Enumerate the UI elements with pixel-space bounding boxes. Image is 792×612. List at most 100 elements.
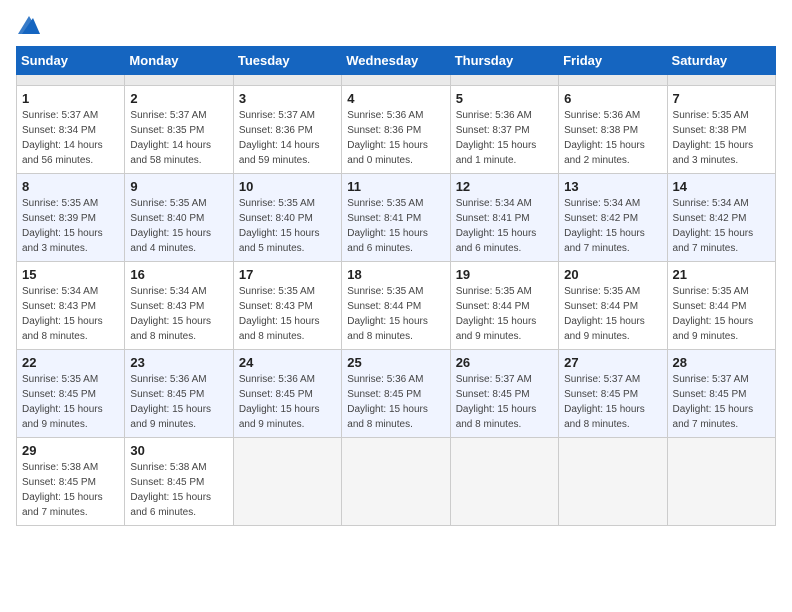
day-info: Sunrise: 5:34 AM Sunset: 8:43 PM Dayligh… bbox=[22, 284, 119, 344]
day-number: 12 bbox=[456, 179, 553, 194]
day-number: 11 bbox=[347, 179, 444, 194]
day-number: 28 bbox=[673, 355, 770, 370]
calendar-cell bbox=[233, 438, 341, 526]
col-header-friday: Friday bbox=[559, 47, 667, 75]
calendar-cell: 2Sunrise: 5:37 AM Sunset: 8:35 PM Daylig… bbox=[125, 86, 233, 174]
calendar-cell: 19 Sunrise: 5:35 AM Sunset: 8:44 PM Dayli… bbox=[450, 262, 558, 350]
calendar-cell: 30Sunrise: 5:38 AM Sunset: 8:45 PM Dayli… bbox=[125, 438, 233, 526]
day-number: 5 bbox=[456, 91, 553, 106]
calendar-cell: 20 Sunrise: 5:35 AM Sunset: 8:44 PM Dayli… bbox=[559, 262, 667, 350]
calendar-cell: 15 Sunrise: 5:34 AM Sunset: 8:43 PM Dayli… bbox=[17, 262, 125, 350]
col-header-wednesday: Wednesday bbox=[342, 47, 450, 75]
day-info: Sunrise: 5:35 AM Sunset: 8:44 PM Dayligh… bbox=[564, 284, 661, 344]
calendar-week-row: 15 Sunrise: 5:34 AM Sunset: 8:43 PM Dayli… bbox=[17, 262, 776, 350]
day-number: 16 bbox=[130, 267, 227, 282]
day-number: 4 bbox=[347, 91, 444, 106]
calendar-cell: 16 Sunrise: 5:34 AM Sunset: 8:43 PM Dayli… bbox=[125, 262, 233, 350]
day-info: Sunrise: 5:35 AM Sunset: 8:39 PM Dayligh… bbox=[22, 196, 119, 256]
calendar-cell: 6Sunrise: 5:36 AM Sunset: 8:38 PM Daylig… bbox=[559, 86, 667, 174]
day-number: 26 bbox=[456, 355, 553, 370]
day-number: 14 bbox=[673, 179, 770, 194]
day-info: Sunrise: 5:34 AM Sunset: 8:42 PM Dayligh… bbox=[564, 196, 661, 256]
calendar-cell: 10 Sunrise: 5:35 AM Sunset: 8:40 PM Dayli… bbox=[233, 174, 341, 262]
calendar-week-row: 22 Sunrise: 5:35 AM Sunset: 8:45 PM Dayli… bbox=[17, 350, 776, 438]
day-info: Sunrise: 5:35 AM Sunset: 8:38 PM Dayligh… bbox=[673, 108, 770, 168]
day-number: 25 bbox=[347, 355, 444, 370]
calendar-cell: 12Sunrise: 5:34 AM Sunset: 8:41 PM Dayli… bbox=[450, 174, 558, 262]
day-info: Sunrise: 5:36 AM Sunset: 8:45 PM Dayligh… bbox=[347, 372, 444, 432]
calendar-cell: 14 Sunrise: 5:34 AM Sunset: 8:42 PM Dayli… bbox=[667, 174, 775, 262]
col-header-tuesday: Tuesday bbox=[233, 47, 341, 75]
calendar-cell bbox=[233, 75, 341, 86]
day-info: Sunrise: 5:35 AM Sunset: 8:43 PM Dayligh… bbox=[239, 284, 336, 344]
calendar-cell: 29 Sunrise: 5:38 AM Sunset: 8:45 PM Dayli… bbox=[17, 438, 125, 526]
day-number: 29 bbox=[22, 443, 119, 458]
calendar-cell bbox=[559, 75, 667, 86]
day-info: Sunrise: 5:34 AM Sunset: 8:43 PM Dayligh… bbox=[130, 284, 227, 344]
day-number: 10 bbox=[239, 179, 336, 194]
day-info: Sunrise: 5:35 AM Sunset: 8:45 PM Dayligh… bbox=[22, 372, 119, 432]
day-info: Sunrise: 5:37 AM Sunset: 8:45 PM Dayligh… bbox=[564, 372, 661, 432]
day-number: 15 bbox=[22, 267, 119, 282]
calendar-header-row: SundayMondayTuesdayWednesdayThursdayFrid… bbox=[17, 47, 776, 75]
day-number: 1 bbox=[22, 91, 119, 106]
calendar-cell: 7 Sunrise: 5:35 AM Sunset: 8:38 PM Daylig… bbox=[667, 86, 775, 174]
day-number: 20 bbox=[564, 267, 661, 282]
calendar-cell bbox=[667, 438, 775, 526]
calendar-cell: 11 Sunrise: 5:35 AM Sunset: 8:41 PM Dayli… bbox=[342, 174, 450, 262]
calendar-cell bbox=[559, 438, 667, 526]
day-info: Sunrise: 5:36 AM Sunset: 8:45 PM Dayligh… bbox=[239, 372, 336, 432]
day-number: 6 bbox=[564, 91, 661, 106]
day-number: 8 bbox=[22, 179, 119, 194]
calendar-cell: 25 Sunrise: 5:36 AM Sunset: 8:45 PM Dayli… bbox=[342, 350, 450, 438]
calendar-cell bbox=[450, 438, 558, 526]
calendar-cell bbox=[342, 438, 450, 526]
day-info: Sunrise: 5:35 AM Sunset: 8:40 PM Dayligh… bbox=[239, 196, 336, 256]
calendar-cell bbox=[342, 75, 450, 86]
day-number: 18 bbox=[347, 267, 444, 282]
calendar-cell: 27 Sunrise: 5:37 AM Sunset: 8:45 PM Dayli… bbox=[559, 350, 667, 438]
calendar-cell: 23Sunrise: 5:36 AM Sunset: 8:45 PM Dayli… bbox=[125, 350, 233, 438]
day-info: Sunrise: 5:34 AM Sunset: 8:42 PM Dayligh… bbox=[673, 196, 770, 256]
calendar-cell: 21Sunrise: 5:35 AM Sunset: 8:44 PM Dayli… bbox=[667, 262, 775, 350]
calendar-cell: 3 Sunrise: 5:37 AM Sunset: 8:36 PM Daylig… bbox=[233, 86, 341, 174]
day-info: Sunrise: 5:36 AM Sunset: 8:45 PM Dayligh… bbox=[130, 372, 227, 432]
day-info: Sunrise: 5:35 AM Sunset: 8:41 PM Dayligh… bbox=[347, 196, 444, 256]
day-number: 19 bbox=[456, 267, 553, 282]
day-info: Sunrise: 5:35 AM Sunset: 8:44 PM Dayligh… bbox=[347, 284, 444, 344]
day-number: 9 bbox=[130, 179, 227, 194]
calendar-cell: 5Sunrise: 5:36 AM Sunset: 8:37 PM Daylig… bbox=[450, 86, 558, 174]
day-info: Sunrise: 5:37 AM Sunset: 8:36 PM Dayligh… bbox=[239, 108, 336, 168]
calendar-week-row: 8 Sunrise: 5:35 AM Sunset: 8:39 PM Daylig… bbox=[17, 174, 776, 262]
day-info: Sunrise: 5:38 AM Sunset: 8:45 PM Dayligh… bbox=[22, 460, 119, 520]
calendar-cell: 9 Sunrise: 5:35 AM Sunset: 8:40 PM Daylig… bbox=[125, 174, 233, 262]
page-header bbox=[16, 16, 776, 34]
col-header-saturday: Saturday bbox=[667, 47, 775, 75]
day-number: 13 bbox=[564, 179, 661, 194]
day-number: 22 bbox=[22, 355, 119, 370]
calendar-table: SundayMondayTuesdayWednesdayThursdayFrid… bbox=[16, 46, 776, 526]
day-number: 7 bbox=[673, 91, 770, 106]
day-info: Sunrise: 5:37 AM Sunset: 8:34 PM Dayligh… bbox=[22, 108, 119, 168]
calendar-cell: 26 Sunrise: 5:37 AM Sunset: 8:45 PM Dayli… bbox=[450, 350, 558, 438]
calendar-week-row: 1 Sunrise: 5:37 AM Sunset: 8:34 PM Daylig… bbox=[17, 86, 776, 174]
day-number: 24 bbox=[239, 355, 336, 370]
day-info: Sunrise: 5:37 AM Sunset: 8:45 PM Dayligh… bbox=[456, 372, 553, 432]
logo-icon bbox=[18, 16, 40, 34]
day-info: Sunrise: 5:35 AM Sunset: 8:44 PM Dayligh… bbox=[456, 284, 553, 344]
day-number: 30 bbox=[130, 443, 227, 458]
day-info: Sunrise: 5:37 AM Sunset: 8:45 PM Dayligh… bbox=[673, 372, 770, 432]
calendar-cell: 22 Sunrise: 5:35 AM Sunset: 8:45 PM Dayli… bbox=[17, 350, 125, 438]
calendar-cell bbox=[667, 75, 775, 86]
day-number: 3 bbox=[239, 91, 336, 106]
calendar-cell: 8 Sunrise: 5:35 AM Sunset: 8:39 PM Daylig… bbox=[17, 174, 125, 262]
calendar-week-row bbox=[17, 75, 776, 86]
calendar-cell bbox=[450, 75, 558, 86]
calendar-cell: 24 Sunrise: 5:36 AM Sunset: 8:45 PM Dayli… bbox=[233, 350, 341, 438]
calendar-cell: 17Sunrise: 5:35 AM Sunset: 8:43 PM Dayli… bbox=[233, 262, 341, 350]
day-info: Sunrise: 5:35 AM Sunset: 8:40 PM Dayligh… bbox=[130, 196, 227, 256]
day-number: 2 bbox=[130, 91, 227, 106]
day-number: 27 bbox=[564, 355, 661, 370]
calendar-cell bbox=[125, 75, 233, 86]
day-info: Sunrise: 5:35 AM Sunset: 8:44 PM Dayligh… bbox=[673, 284, 770, 344]
